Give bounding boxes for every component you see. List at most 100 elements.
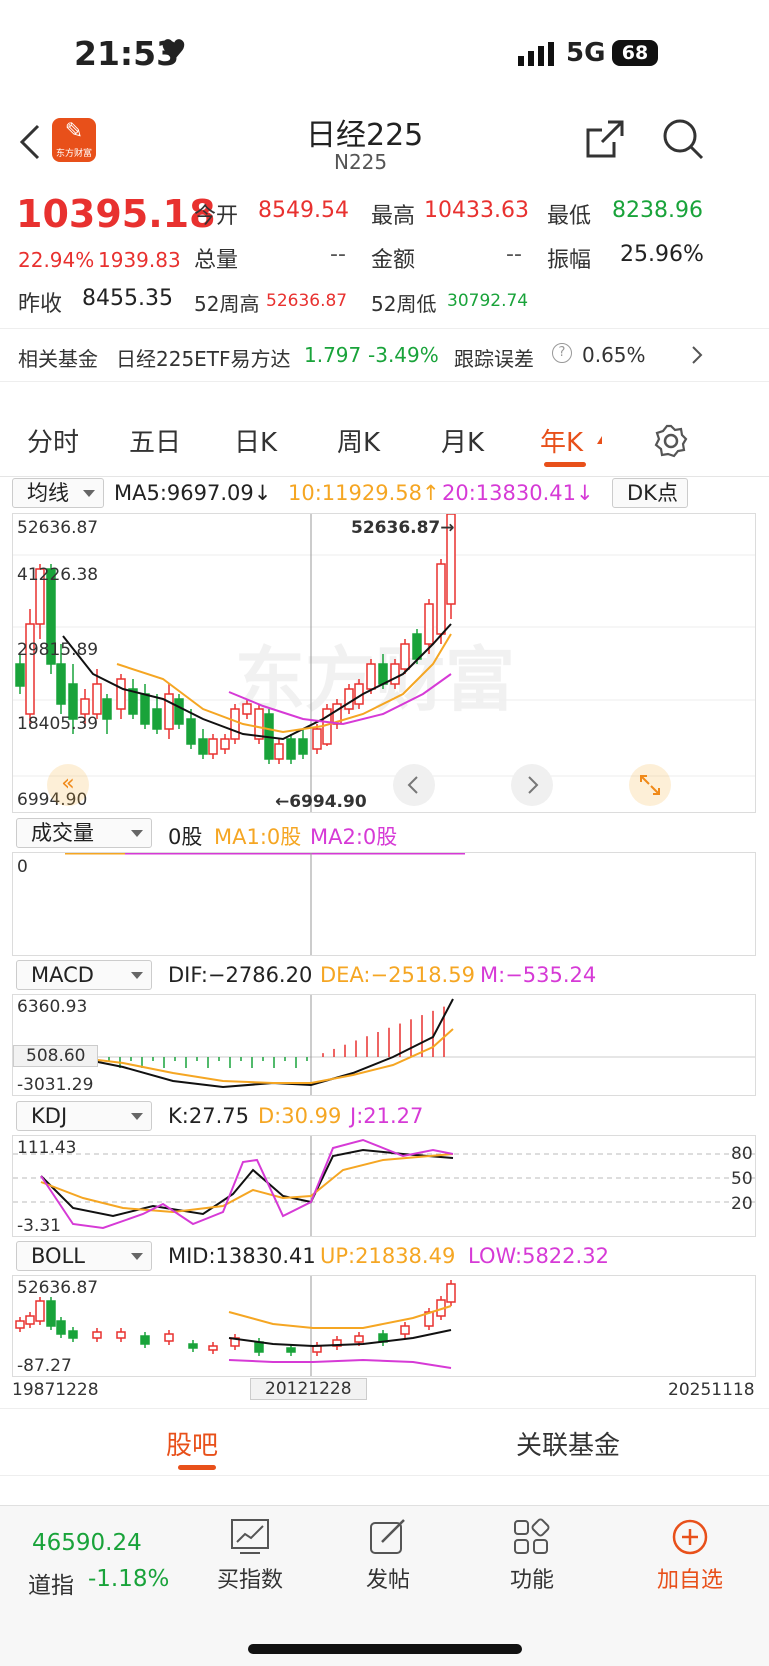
candle-body bbox=[56, 663, 66, 705]
high-value: 10433.63 bbox=[424, 198, 529, 223]
fullscreen-button[interactable] bbox=[629, 764, 671, 806]
macd-panel[interactable]: 6360.93 508.60 -3031.29 bbox=[12, 994, 756, 1096]
forum-tab-indicator bbox=[178, 1465, 216, 1470]
tab-daily[interactable]: 日K bbox=[234, 422, 277, 459]
dropdown-icon bbox=[131, 1253, 143, 1260]
index-ticker-change[interactable]: -1.18% bbox=[88, 1566, 169, 1592]
tab-dropdown-icon bbox=[597, 436, 602, 444]
dk-point-button[interactable]: DK点 bbox=[612, 478, 688, 508]
candle-body bbox=[15, 663, 25, 687]
tracking-value: 0.65% bbox=[582, 343, 646, 367]
d-line bbox=[40, 1153, 454, 1214]
tab-related-funds[interactable]: 关联基金 bbox=[516, 1425, 620, 1462]
candle-body bbox=[186, 718, 196, 745]
kline-panel[interactable]: 东方财富 52636.87 41226.38 29815.89 18405.39… bbox=[12, 513, 756, 813]
kdj-level-80: 80 bbox=[731, 1144, 753, 1164]
app-logo: ✎ 东方财富 bbox=[52, 118, 96, 162]
candle-body bbox=[220, 738, 230, 750]
high-label: 最高 bbox=[371, 204, 416, 229]
community-tabs: 股吧 关联基金 bbox=[0, 1408, 769, 1476]
index-ticker-name[interactable]: 道指 bbox=[28, 1566, 74, 1600]
kdj-d: D:30.99 bbox=[258, 1104, 342, 1128]
candle-body bbox=[312, 728, 322, 750]
volume-value: -- bbox=[330, 242, 346, 267]
boll-axis-top: 52636.87 bbox=[17, 1278, 99, 1298]
add-watchlist-label: 加自选 bbox=[656, 1568, 723, 1593]
ma5-value: MA5:9697.09↓ bbox=[114, 481, 272, 505]
macd-selector[interactable]: MACD bbox=[16, 960, 152, 990]
tab-monthly[interactable]: 月K bbox=[441, 422, 484, 459]
tab-active-indicator bbox=[544, 462, 586, 467]
post-button[interactable]: 发帖 bbox=[358, 1518, 418, 1594]
ma-selector-label: 均线 bbox=[27, 481, 69, 505]
max-marker: 52636.87→ bbox=[351, 518, 455, 538]
settings-icon[interactable] bbox=[654, 424, 688, 458]
scroll-left-button[interactable] bbox=[393, 764, 435, 806]
back-icon[interactable] bbox=[18, 122, 42, 162]
open-value: 8549.54 bbox=[258, 198, 349, 223]
boll-selector[interactable]: BOLL bbox=[16, 1241, 152, 1271]
plus-circle-icon bbox=[672, 1519, 708, 1555]
kdj-j: J:21.27 bbox=[350, 1104, 424, 1128]
candle-body bbox=[174, 698, 184, 725]
candle-body bbox=[152, 708, 162, 730]
candle-body bbox=[286, 738, 296, 760]
help-icon[interactable]: ? bbox=[552, 343, 572, 363]
volume-selector[interactable]: 成交量 bbox=[16, 818, 152, 848]
macd-dif: DIF:−2786.20 bbox=[168, 963, 313, 987]
logo-text: 东方财富 bbox=[55, 149, 92, 159]
buy-index-button[interactable]: 买指数 bbox=[212, 1518, 288, 1594]
boll-candle-body bbox=[446, 1283, 456, 1303]
search-icon[interactable] bbox=[662, 118, 704, 162]
candle-body bbox=[80, 698, 90, 715]
add-watchlist-button[interactable]: 加自选 bbox=[652, 1518, 728, 1594]
boll-mid: MID:13830.41 bbox=[168, 1244, 316, 1268]
share-icon[interactable] bbox=[584, 118, 626, 160]
tab-minute[interactable]: 分时 bbox=[27, 422, 79, 459]
boll-candle-body bbox=[35, 1300, 45, 1322]
candle-body bbox=[102, 698, 112, 720]
signal-icon bbox=[518, 42, 554, 66]
dropdown-icon bbox=[131, 830, 143, 837]
dk-label: DK点 bbox=[627, 481, 678, 505]
boll-candle-body bbox=[286, 1347, 296, 1353]
home-indicator bbox=[248, 1644, 522, 1654]
boll-low: LOW:5822.32 bbox=[468, 1244, 609, 1268]
volume-selector-label: 成交量 bbox=[31, 821, 94, 845]
amplitude-label: 振幅 bbox=[547, 248, 592, 273]
boll-candle-body bbox=[92, 1331, 102, 1339]
tab-yearly[interactable]: 年K bbox=[540, 422, 583, 459]
ma-selector[interactable]: 均线 bbox=[12, 478, 104, 508]
status-bar: 21:53 ♥ 5G 68 bbox=[0, 0, 769, 110]
tab-weekly[interactable]: 周K bbox=[337, 422, 380, 459]
kdj-axis-top: 111.43 bbox=[17, 1138, 77, 1158]
kdj-k: K:27.75 bbox=[168, 1104, 249, 1128]
chevron-right-icon bbox=[528, 776, 539, 794]
quote-panel: 10395.18 22.94% 1939.83 今开 8549.54 最高 10… bbox=[0, 180, 769, 325]
related-fund-row[interactable]: 相关基金 日经225ETF易方达 1.797 -3.49% 跟踪误差 ? 0.6… bbox=[0, 328, 769, 382]
boll-panel[interactable]: 52636.87 -87.27 bbox=[12, 1275, 756, 1377]
boll-selector-label: BOLL bbox=[31, 1244, 85, 1268]
index-code: N225 bbox=[334, 150, 388, 174]
fund-price: 1.797 bbox=[304, 343, 362, 367]
kdj-chart bbox=[13, 1136, 755, 1236]
kdj-selector[interactable]: KDJ bbox=[16, 1101, 152, 1131]
rewind-button[interactable]: « bbox=[47, 764, 89, 806]
ma20-value: 20:13830.41↓ bbox=[442, 481, 594, 505]
index-ticker-value[interactable]: 46590.24 bbox=[32, 1530, 142, 1556]
boll-candle-body bbox=[400, 1325, 410, 1335]
kdj-panel[interactable]: 111.43 -3.31 80 50 20 bbox=[12, 1135, 756, 1237]
volume-panel[interactable]: 0 bbox=[12, 852, 756, 956]
boll-candle-body bbox=[354, 1335, 364, 1343]
functions-button[interactable]: 功能 bbox=[502, 1518, 562, 1594]
functions-label: 功能 bbox=[509, 1568, 554, 1593]
tab-five-day[interactable]: 五日 bbox=[129, 422, 181, 459]
candle-body bbox=[400, 643, 410, 670]
tab-forum[interactable]: 股吧 bbox=[166, 1425, 218, 1462]
heart-icon: ♥ bbox=[160, 34, 187, 69]
candle-body bbox=[116, 678, 126, 710]
kline-axis-label-1: 52636.87 bbox=[17, 518, 99, 538]
scroll-right-button[interactable] bbox=[511, 764, 553, 806]
w52-high-label: 52周高 bbox=[194, 292, 260, 316]
w52-low-label: 52周低 bbox=[371, 292, 437, 316]
